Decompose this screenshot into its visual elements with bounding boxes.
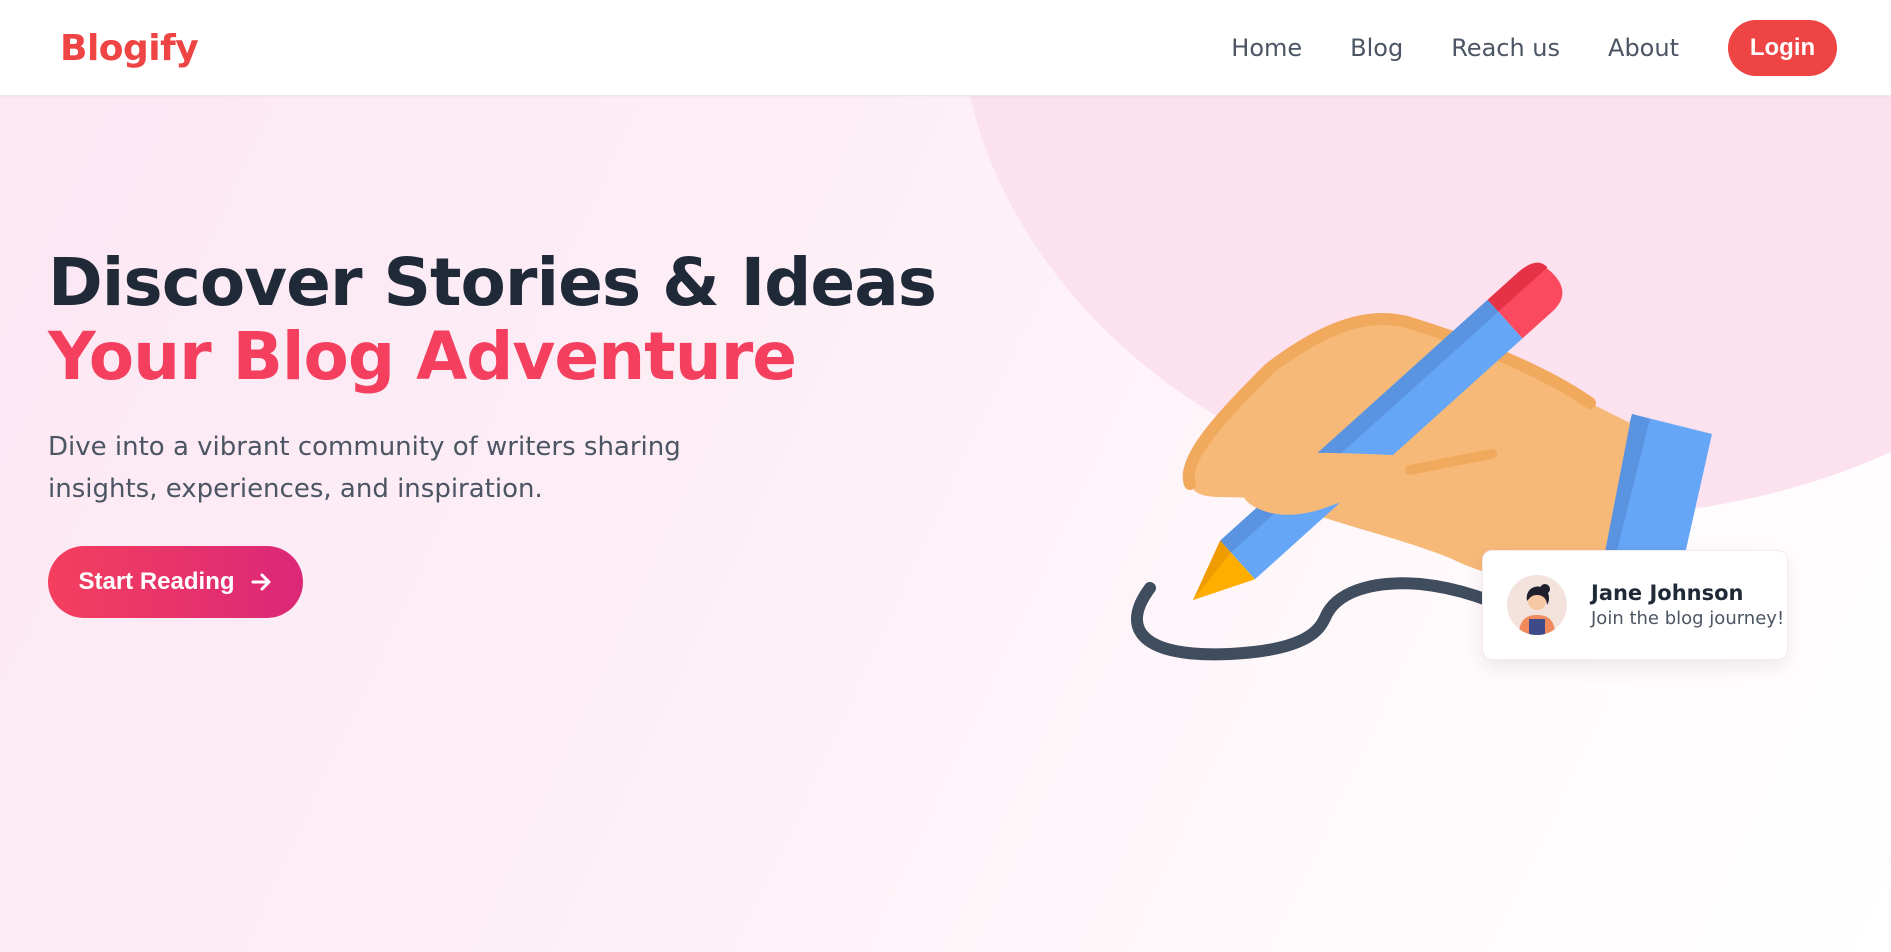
avatar <box>1507 575 1567 635</box>
nav-link-blog[interactable]: Blog <box>1350 34 1403 62</box>
profile-card[interactable]: Jane Johnson Join the blog journey! <box>1482 550 1788 660</box>
hero-description: Dive into a vibrant community of writers… <box>48 432 681 504</box>
brand-logo[interactable]: Blogify <box>60 28 199 69</box>
start-reading-button[interactable]: Start Reading <box>48 546 303 618</box>
nav-links: Home Blog Reach us About <box>1183 0 1679 96</box>
nav-link-reach-us[interactable]: Reach us <box>1451 34 1560 62</box>
profile-card-text: Jane Johnson Join the blog journey! <box>1591 579 1784 631</box>
login-button[interactable]: Login <box>1728 20 1837 76</box>
profile-subtitle: Join the blog journey! <box>1591 608 1785 629</box>
hero-title-line1: Discover Stories & Ideas <box>48 244 937 321</box>
profile-name: Jane Johnson <box>1591 581 1744 605</box>
hero-section: Discover Stories & Ideas Your Blog Adven… <box>0 96 1891 952</box>
navbar: Blogify Home Blog Reach us About Login <box>0 0 1891 96</box>
start-reading-label: Start Reading <box>78 568 235 595</box>
hero-title: Discover Stories & Ideas Your Blog Adven… <box>48 244 937 395</box>
arrow-right-icon <box>249 570 273 594</box>
hand-writing-illustration <box>1131 262 1712 661</box>
nav-link-about[interactable]: About <box>1608 34 1679 62</box>
nav-link-home[interactable]: Home <box>1231 34 1302 62</box>
hero-title-line2: Your Blog Adventure <box>48 318 797 395</box>
